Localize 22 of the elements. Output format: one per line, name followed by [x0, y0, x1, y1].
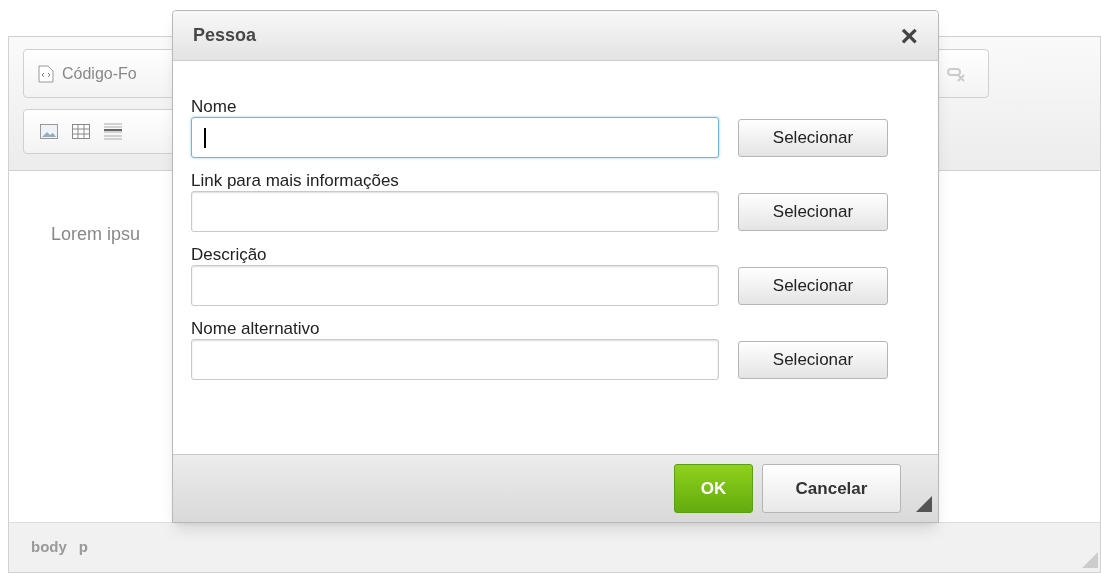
text-field[interactable] [191, 191, 719, 232]
select-button[interactable]: Selecionar [738, 340, 888, 379]
document-icon [38, 64, 54, 83]
cancel-button[interactable]: Cancelar [762, 464, 901, 513]
resize-handle-icon[interactable] [916, 496, 932, 512]
horizontal-line-icon[interactable] [104, 121, 122, 142]
close-button[interactable]: × [900, 20, 918, 51]
field-label: Link para mais informações [191, 171, 400, 191]
text-field[interactable] [191, 265, 719, 306]
image-icon[interactable] [40, 124, 58, 139]
table-icon[interactable] [72, 124, 90, 139]
text-field[interactable] [191, 339, 719, 380]
field-label: Descrição [191, 245, 268, 265]
field-label: Nome [191, 97, 238, 117]
content-text: Lorem ipsu [51, 223, 141, 246]
dialog-title: Pessoa [193, 24, 257, 47]
select-button[interactable]: Selecionar [738, 118, 888, 157]
resize-handle-icon[interactable] [1082, 552, 1098, 568]
select-button[interactable]: Selecionar [738, 192, 888, 231]
text-field[interactable] [191, 117, 719, 158]
field-label: Nome alternativo [191, 319, 321, 339]
select-button[interactable]: Selecionar [738, 266, 888, 305]
